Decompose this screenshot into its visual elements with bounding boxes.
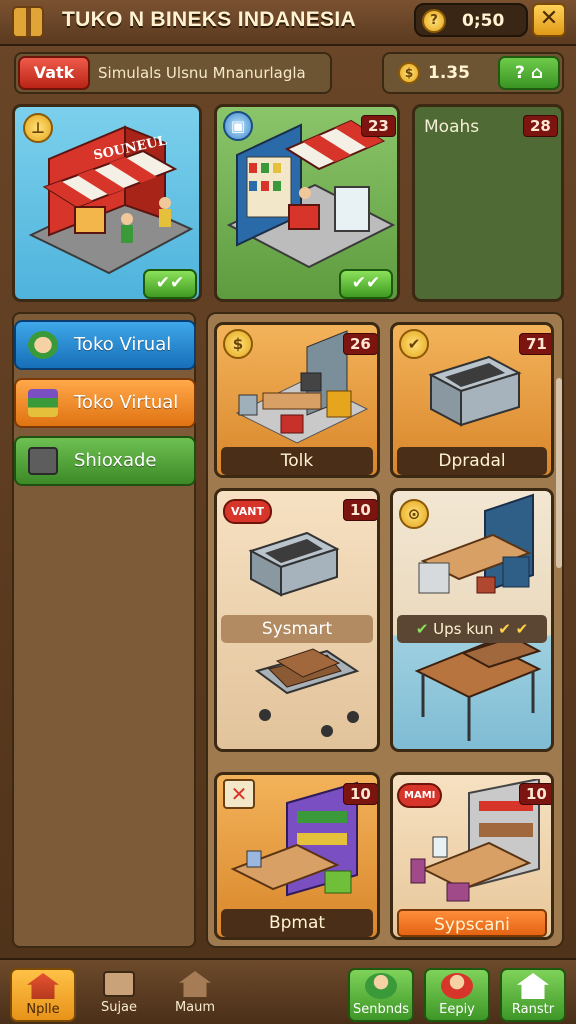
grid-scrollbar[interactable] [556,378,562,568]
nav-home[interactable]: Nplle [10,968,76,1022]
dollar-coin-icon: $ [398,62,420,84]
tile-tag: MAMI [397,783,443,808]
nav-senbnds[interactable]: Senbnds [348,968,414,1022]
tile-name: Dpradal [397,447,547,475]
safe-icon [28,447,58,475]
item-tile-sysmart[interactable]: VANT 10 Sysmart [214,488,380,752]
card-count-badge: 23 [361,115,396,137]
sidebar-item-toko-virual[interactable]: Toko Virual [14,320,196,370]
card-label: Moahs [424,117,480,137]
shopkeeper-icon [28,331,58,359]
stack-icon [28,389,58,417]
item-tile-dpradal[interactable]: ✔ 71 Dpradal [390,322,554,478]
mode-bar: Vatk Simulals Ulsnu Mnanurlagla [14,52,332,94]
tile-name: Sypscani [397,909,547,937]
nav-eepiy[interactable]: Eepiy [424,968,490,1022]
check-icon: ✔ ✔ [498,620,529,638]
item-tile-ups-kun[interactable]: ⊙ ✔ Ups kun ✔ ✔ [390,488,554,752]
coin-icon: $ [223,329,253,359]
tile-tag: VANT [223,499,272,524]
target-coin-icon: ⊙ [399,499,429,529]
store-card-market[interactable]: ▣ 23 ✔✔ [214,104,400,302]
tile-name: Sysmart [221,615,373,643]
tile-name-bar: ✔ Ups kun ✔ ✔ [397,615,547,643]
store-card-moahs[interactable]: Moahs 28 [412,104,564,302]
pin-icon: ⊥ [23,113,53,143]
owned-check-badge: ✔✔ [339,269,393,299]
sidebar-item-label: Toko Virtual [74,392,179,413]
nav-maum[interactable]: Maum [162,968,228,1022]
tile-count-badge: 26 [343,333,377,355]
item-tile-bpmat[interactable]: ✕ 10 Bpmat [214,772,380,940]
nav-label: Senbnds [352,1002,409,1017]
owned-check-badge: ✔✔ [143,269,197,299]
sidebar-item-shioxade[interactable]: Shioxade [14,436,196,486]
coin-icon: ? [422,9,446,33]
vatk-button[interactable]: Vatk [18,56,90,90]
coin-value: 0;50 [462,11,505,31]
nav-label: Ranstr [511,1002,555,1017]
cancel-icon: ✕ [223,779,255,809]
item-tile-tolk[interactable]: $ 26 Tolk [214,322,380,478]
nav-sujae[interactable]: Sujae [86,968,152,1022]
money-value: 1.35 [428,63,470,83]
tile-name: Ups kun [433,620,494,638]
shop-button-label: ? [515,63,525,83]
tile-name: Bpmat [221,909,373,937]
bottom-nav: Nplle Sujae Maum Senbnds Eepiy Ranstr [0,958,576,1024]
bucket-icon: ▣ [223,111,253,141]
item-tile-sypscani[interactable]: MAMI 10 Sypscani [390,772,554,940]
tile-count-badge: 10 [343,783,377,805]
store-card-souneul[interactable]: SOUNEUL ⊥ ✔✔ [12,104,202,302]
header-bar: TUKO N BINEKS INDANESIA ? 0;50 ✕ [0,0,576,46]
home-arrow-icon [517,973,549,999]
crate-icon [12,6,44,38]
tile-name: Tolk [221,447,373,475]
game-title: TUKO N BINEKS INDANESIA [62,8,356,31]
sidebar-item-label: Toko Virual [74,334,172,355]
category-sidebar: Toko Virual Toko Virtual Shioxade [12,312,196,948]
sidebar-item-toko-virtual[interactable]: Toko Virtual [14,378,196,428]
close-button[interactable]: ✕ [532,3,566,37]
person-red-icon [441,973,473,999]
nav-label: Nplle [26,1002,60,1017]
person-icon [365,973,397,999]
shop-button[interactable]: ? ⌂ [498,56,560,90]
check-icon: ✔ [415,620,429,638]
tile-count-badge: 71 [519,333,551,355]
nav-ranstr[interactable]: Ranstr [500,968,566,1022]
nav-label: Sujae [100,1000,138,1015]
nav-label: Maum [174,1000,216,1015]
coin-counter: ? 0;50 [414,3,528,37]
money-bar: $ 1.35 ? ⌂ [382,52,564,94]
tile-count-badge: 10 [343,499,377,521]
basket-icon: ⌂ [530,63,543,83]
check-coin-icon: ✔ [399,329,429,359]
tile-count-badge: 10 [519,783,551,805]
house-icon [179,971,211,997]
home-icon [27,973,59,999]
card-count-badge: 28 [523,115,558,137]
doors-icon [103,971,135,997]
nav-label: Eepiy [439,1002,475,1017]
subtitle-text: Simulals Ulsnu Mnanurlagla [98,64,306,82]
sidebar-item-label: Shioxade [74,450,157,471]
